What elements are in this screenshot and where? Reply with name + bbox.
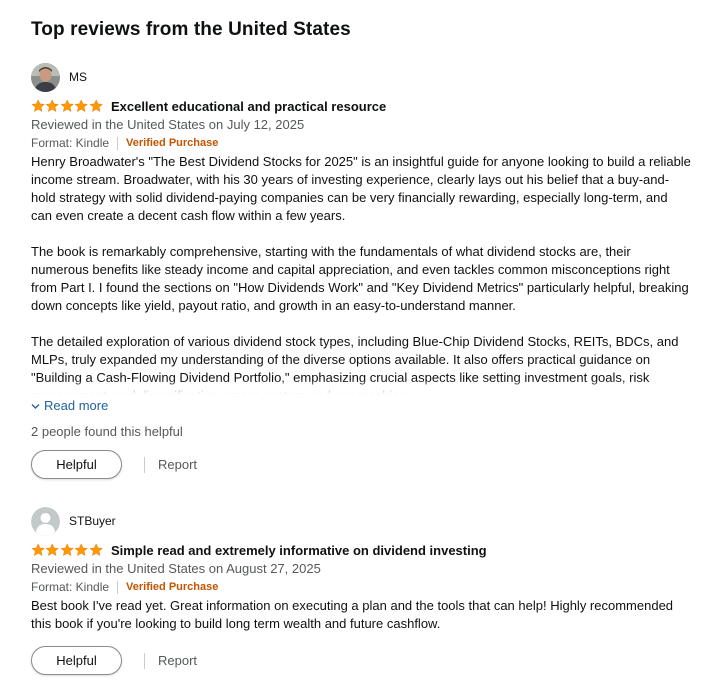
reviewer-profile[interactable]: MS bbox=[31, 62, 691, 92]
report-link[interactable]: Report bbox=[158, 653, 197, 668]
read-more-label[interactable]: Read more bbox=[44, 398, 108, 413]
helpful-count: 2 people found this helpful bbox=[31, 424, 183, 439]
reviewer-name[interactable]: MS bbox=[69, 70, 87, 84]
review-format: Format: Kindle bbox=[31, 580, 110, 594]
divider bbox=[144, 456, 145, 473]
review-card: STBuyer Simple read and extremely inform… bbox=[31, 506, 691, 675]
default-user-avatar[interactable] bbox=[31, 506, 60, 536]
review-title[interactable]: Simple read and extremely informative on… bbox=[111, 543, 487, 558]
divider bbox=[117, 136, 119, 150]
verified-purchase-badge: Verified Purchase bbox=[126, 581, 219, 593]
review-card: MS Excellent educational and practical r… bbox=[31, 62, 691, 479]
reviewer-name[interactable]: STBuyer bbox=[69, 514, 116, 528]
verified-purchase-badge: Verified Purchase bbox=[126, 137, 219, 149]
review-paragraph: Henry Broadwater's "The Best Dividend St… bbox=[31, 154, 691, 223]
review-title[interactable]: Excellent educational and practical reso… bbox=[111, 99, 386, 114]
section-title: Top reviews from the United States bbox=[31, 19, 351, 40]
read-more-link[interactable]: Read more bbox=[31, 396, 691, 414]
divider bbox=[117, 580, 119, 594]
review-paragraph: Best book I've read yet. Great informati… bbox=[31, 598, 674, 631]
five-star-rating-icon[interactable] bbox=[31, 543, 103, 557]
helpful-button[interactable]: Helpful bbox=[31, 646, 122, 675]
review-body: Best book I've read yet. Great informati… bbox=[31, 597, 691, 633]
divider bbox=[144, 652, 145, 669]
helpful-button[interactable]: Helpful bbox=[31, 450, 122, 479]
five-star-rating-icon[interactable] bbox=[31, 99, 103, 113]
report-link[interactable]: Report bbox=[158, 457, 197, 472]
user-photo-avatar[interactable] bbox=[31, 62, 60, 92]
review-format: Format: Kindle bbox=[31, 136, 110, 150]
review-paragraph: The detailed exploration of various divi… bbox=[31, 334, 679, 394]
review-date: Reviewed in the United States on August … bbox=[31, 561, 321, 576]
review-date: Reviewed in the United States on July 12… bbox=[31, 117, 305, 132]
reviewer-profile[interactable]: STBuyer bbox=[31, 506, 691, 536]
review-paragraph: The book is remarkably comprehensive, st… bbox=[31, 244, 689, 313]
chevron-down-icon bbox=[31, 398, 40, 413]
review-body: Henry Broadwater's "The Best Dividend St… bbox=[31, 153, 691, 394]
